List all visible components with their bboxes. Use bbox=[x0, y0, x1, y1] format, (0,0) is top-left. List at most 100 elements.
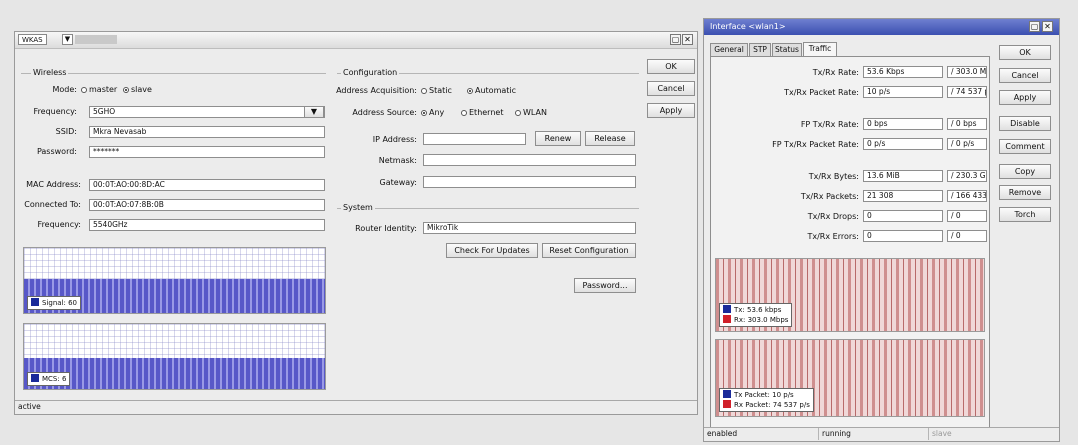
copy-button[interactable]: Copy bbox=[999, 164, 1051, 179]
legend-tx-rate-label: Tx: 53.6 kbps bbox=[734, 306, 782, 314]
interface-statusbar: enabled running slave bbox=[704, 427, 1059, 441]
frequency-dropdown-button[interactable]: ▼ bbox=[304, 106, 324, 118]
gateway-label: Gateway: bbox=[379, 178, 417, 187]
mac-address-field: 00:0T:AO:00:8D:AC bbox=[89, 179, 325, 191]
rx-packet-rate-field: / 74 537 p/s bbox=[947, 86, 987, 98]
interface-window-title: Interface <wlan1> bbox=[710, 22, 786, 31]
torch-button[interactable]: Torch bbox=[999, 207, 1051, 222]
connected-to-field: 00:0T:AO:07:8B:0B bbox=[89, 199, 325, 211]
frequency-label: Frequency: bbox=[33, 107, 77, 116]
tx-rx-drops-label: Tx/Rx Drops: bbox=[807, 212, 859, 221]
legend-swatch bbox=[31, 374, 39, 382]
acquisition-automatic-label: Automatic bbox=[475, 86, 517, 95]
interface-select[interactable]: WKAS bbox=[18, 34, 47, 45]
cancel-button[interactable]: Cancel bbox=[999, 68, 1051, 83]
mode-label: Mode: bbox=[52, 85, 78, 94]
legend-swatch-rx bbox=[723, 315, 731, 323]
frequency-select[interactable]: 5GHO bbox=[89, 106, 325, 118]
address-source-label: Address Source: bbox=[352, 108, 417, 117]
source-any-radio[interactable]: Any bbox=[421, 108, 444, 118]
password-field[interactable]: ******* bbox=[89, 146, 325, 158]
interface-titlebar: Interface <wlan1> ▢ ✕ bbox=[704, 19, 1059, 35]
rx-drops-field: / 0 bbox=[947, 210, 987, 222]
tab-stp[interactable]: STP bbox=[749, 43, 771, 56]
check-for-updates-button[interactable]: Check For Updates bbox=[446, 243, 538, 258]
acquisition-static-label: Static bbox=[429, 86, 452, 95]
close-icon[interactable]: ✕ bbox=[682, 34, 693, 45]
radio-icon bbox=[461, 110, 467, 116]
radio-selected-icon bbox=[467, 88, 473, 94]
titlebar-extra bbox=[75, 35, 117, 44]
status-enabled: enabled bbox=[704, 428, 819, 440]
legend-swatch-tx bbox=[723, 305, 731, 313]
ok-button[interactable]: OK bbox=[999, 45, 1051, 60]
mcs-legend-label: MCS: 6 bbox=[42, 375, 67, 383]
status-text: active bbox=[18, 402, 41, 411]
rx-rate-field: / 303.0 Mbps bbox=[947, 66, 987, 78]
renew-button[interactable]: Renew bbox=[535, 131, 581, 146]
radio-icon bbox=[515, 110, 521, 116]
restore-icon[interactable]: ▢ bbox=[670, 34, 681, 45]
mode-master-radio[interactable]: master bbox=[81, 85, 117, 95]
tx-packets-field: 21 308 bbox=[863, 190, 943, 202]
disable-button[interactable]: Disable bbox=[999, 116, 1051, 131]
quickset-window: WKAS ▼ ▢ ✕ Wireless Mode: master slave F… bbox=[14, 31, 698, 415]
netmask-field[interactable] bbox=[423, 154, 636, 166]
legend-tx-rate: Tx: 53.6 kbps bbox=[723, 305, 788, 315]
cancel-button[interactable]: Cancel bbox=[647, 81, 695, 96]
router-identity-field[interactable]: MikroTik bbox=[423, 222, 636, 234]
release-button[interactable]: Release bbox=[585, 131, 635, 146]
reset-configuration-button[interactable]: Reset Configuration bbox=[542, 243, 636, 258]
configuration-group-title: Configuration bbox=[341, 68, 400, 78]
radio-selected-icon bbox=[421, 110, 427, 116]
source-wlan-radio[interactable]: WLAN bbox=[515, 108, 547, 118]
legend-swatch bbox=[31, 298, 39, 306]
password-label: Password: bbox=[36, 147, 77, 156]
mode-slave-label: slave bbox=[131, 85, 152, 94]
fp-rx-rate-field: / 0 bps bbox=[947, 118, 987, 130]
fp-rx-packet-rate-field: / 0 p/s bbox=[947, 138, 987, 150]
fp-tx-packet-rate-field: 0 p/s bbox=[863, 138, 943, 150]
ip-address-label: IP Address: bbox=[372, 135, 417, 144]
ssid-label: SSID: bbox=[55, 127, 77, 136]
mcs-graph: MCS: 6 bbox=[23, 323, 326, 390]
legend-rx-packet: Rx Packet: 74 537 p/s bbox=[723, 400, 810, 410]
rx-bytes-field: / 230.3 GiB bbox=[947, 170, 987, 182]
restore-icon[interactable]: ▢ bbox=[1029, 21, 1040, 32]
tab-general[interactable]: General bbox=[710, 43, 748, 56]
ip-address-field[interactable] bbox=[423, 133, 526, 145]
comment-button[interactable]: Comment bbox=[999, 139, 1051, 154]
acquisition-automatic-radio[interactable]: Automatic bbox=[467, 86, 516, 96]
system-group-border bbox=[337, 208, 639, 209]
packet-rate-legend: Tx Packet: 10 p/s Rx Packet: 74 537 p/s bbox=[719, 388, 814, 412]
rx-packets-field: / 166 433 302 bbox=[947, 190, 987, 202]
tx-rx-errors-label: Tx/Rx Errors: bbox=[807, 232, 859, 241]
source-ethernet-radio[interactable]: Ethernet bbox=[461, 108, 503, 118]
chevron-down-icon[interactable]: ▼ bbox=[62, 34, 73, 45]
mac-address-label: MAC Address: bbox=[26, 180, 81, 189]
ok-button[interactable]: OK bbox=[647, 59, 695, 74]
source-ethernet-label: Ethernet bbox=[469, 108, 504, 117]
tx-rx-packet-rate-label: Tx/Rx Packet Rate: bbox=[784, 88, 859, 97]
wireless-group-title: Wireless bbox=[31, 68, 69, 78]
radio-selected-icon bbox=[123, 87, 129, 93]
tab-status[interactable]: Status bbox=[772, 43, 802, 56]
fp-tx-rx-rate-label: FP Tx/Rx Rate: bbox=[800, 120, 859, 129]
status-slave: slave bbox=[932, 429, 952, 438]
remove-button[interactable]: Remove bbox=[999, 185, 1051, 200]
password-button[interactable]: Password... bbox=[574, 278, 636, 293]
mcs-legend: MCS: 6 bbox=[27, 372, 71, 386]
acquisition-static-radio[interactable]: Static bbox=[421, 86, 452, 96]
chevron-down-icon: ▼ bbox=[310, 107, 318, 116]
quickset-titlebar: WKAS ▼ ▢ ✕ bbox=[15, 32, 697, 49]
status-running: running bbox=[819, 428, 929, 440]
gateway-field[interactable] bbox=[423, 176, 636, 188]
apply-button[interactable]: Apply bbox=[999, 90, 1051, 105]
legend-tx-packet: Tx Packet: 10 p/s bbox=[723, 390, 810, 400]
close-icon[interactable]: ✕ bbox=[1042, 21, 1053, 32]
mode-slave-radio[interactable]: slave bbox=[123, 85, 152, 95]
signal-legend: Signal: 60 bbox=[27, 296, 81, 310]
apply-button[interactable]: Apply bbox=[647, 103, 695, 118]
tab-traffic[interactable]: Traffic bbox=[803, 42, 837, 56]
ssid-field[interactable]: Mkra Nevasab bbox=[89, 126, 325, 138]
